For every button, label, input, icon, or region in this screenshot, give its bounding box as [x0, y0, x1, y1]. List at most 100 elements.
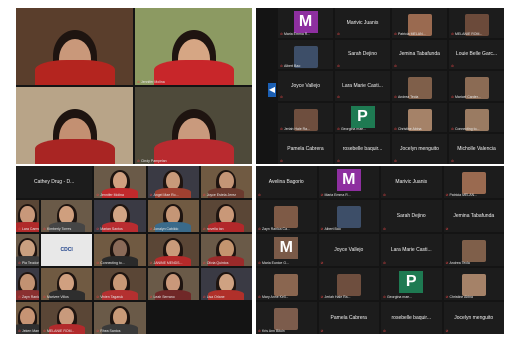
participant-tile[interactable]: Cathey Drug - D...: [16, 166, 93, 198]
participant-tile[interactable]: ⊘Connecting to...: [449, 102, 504, 133]
participant-grid: M ⊘Maria Emma R... Marivic Juanis ⊘ ⊘Patrici…: [278, 8, 504, 164]
participant-name-text: Rhea Santos: [100, 328, 121, 333]
participant-name-text: Georgina mae...: [340, 126, 367, 131]
participant-tile[interactable]: Sarah Dejino ⊘: [381, 200, 442, 232]
participant-tile[interactable]: ⊘Christine Abina: [392, 102, 447, 133]
video-grid: ⊘Jennifer Molina ⊘Cindy Pampelan: [16, 8, 252, 164]
participant-tile[interactable]: ⊘Leah Serrano: [147, 268, 199, 300]
participant-tile[interactable]: ⊘Jennifer Molina: [94, 166, 146, 198]
participant-tile[interactable]: Jocelyn menguito ⊘: [392, 134, 447, 164]
participant-tile[interactable]: ⊘Lisa Orlane: [200, 268, 252, 300]
participant-tile[interactable]: ⊘Joyce Estela Jerez: [200, 166, 252, 198]
participant-tile[interactable]: Lara Marie Casti... ⊘: [335, 71, 390, 101]
participant-tile[interactable]: ⊘Angel Mae Ro...: [147, 166, 199, 198]
participant-tile[interactable]: Louie Belle Garc... ⊘: [449, 39, 504, 70]
participant-tile[interactable]: ⊘MELANIE ROM...: [449, 8, 504, 38]
participant-tile[interactable]: Jocelyn menguito ⊘: [443, 302, 504, 334]
participant-name-text: Jennifer Molina: [140, 79, 165, 84]
participant-tile[interactable]: Sarah Dejino ⊘: [335, 39, 390, 70]
video-tile[interactable]: [16, 8, 133, 85]
muted-mic-icon: ⊘: [394, 63, 397, 68]
participant-tile[interactable]: ⊘Christine Abina: [443, 268, 504, 300]
muted-mic-icon: ⊘: [394, 158, 397, 163]
participant-name: ⊘Kris Ann Bituin: [258, 328, 285, 334]
participant-tile[interactable]: ⊘Pia Teodorico: [16, 234, 40, 266]
participant-tile[interactable]: ⊘Vivien Tagaruk: [94, 268, 146, 300]
muted-mic-icon: ⊘: [149, 260, 153, 265]
participant-name: ⊘JANINE MENDS...: [149, 260, 183, 266]
video-gallery: Cathey Drug - D... ⊘Jennifer Molina ⊘Angel…: [16, 166, 252, 334]
participant-name: ⊘Maria Emma R...: [321, 192, 351, 198]
participant-name-text: Jerlah Hale Ra...: [283, 126, 311, 131]
participant-tile[interactable]: rosebelle baquir... ⊘: [381, 302, 442, 334]
participant-tile[interactable]: ⊘JANINE MENDS...: [147, 234, 199, 266]
participant-tile[interactable]: ⊘Connecting to...: [94, 234, 146, 266]
participant-tile[interactable]: ⊘Jonalyn Cabildo: [147, 200, 199, 232]
participant-tile[interactable]: ⊘Zayn Ranica Ca...: [16, 268, 40, 300]
participant-tile[interactable]: ⊘Lara Carmen C...: [16, 200, 40, 232]
participant-name-text: Maria Emma R...: [324, 192, 351, 197]
video-tile[interactable]: ⊘Cindy Pampelan: [135, 87, 252, 164]
logo-tile[interactable]: CDCI: [41, 234, 93, 266]
participant-tile[interactable]: ⊘Jeken Manalo: [16, 302, 40, 334]
participant-tile[interactable]: ⊘Zayn Ranica Ca...: [256, 200, 317, 232]
participant-tile[interactable]: ⊘Maricel Carder...: [449, 71, 504, 101]
participant-tile[interactable]: ⊘MELANIE ROM...: [41, 302, 93, 334]
participant-tile[interactable]: Marivic Juanis ⊘: [381, 166, 442, 198]
participant-tile[interactable]: ⊘Kris Ann Bituin: [256, 302, 317, 334]
muted-mic-icon: ⊘: [96, 294, 100, 299]
participant-name: Cathey Drug - D...: [33, 179, 75, 185]
participant-tile[interactable]: Jemina Tabafunda ⊘: [392, 39, 447, 70]
participant-tile[interactable]: Joyce Vallejo ⊘: [278, 71, 333, 101]
participant-name: Pamela Cabrera: [287, 146, 324, 153]
participant-name-text: Lisa Orlane: [206, 294, 225, 299]
participant-tile[interactable]: ⊘Marian Santos: [94, 200, 146, 232]
participant-name: Joyce Vallejo: [290, 82, 321, 89]
participant-name-text: Jennifer Molina: [100, 192, 124, 197]
participant-tile[interactable]: ⊘Albert Bao: [278, 39, 333, 70]
previous-page-button[interactable]: ◀: [268, 83, 276, 97]
participant-name: ⊘Jerlah Hale Ra...: [321, 294, 351, 300]
muted-mic-icon: ⊘: [18, 226, 21, 231]
participant-tile[interactable]: rosebelle baquir... ⊘: [335, 134, 390, 164]
participant-tile[interactable]: ⊘Kimberly Torres: [41, 200, 93, 232]
video-tile[interactable]: ⊘Jennifer Molina: [135, 8, 252, 85]
participant-tile[interactable]: Jemina Tabafunda ⊘: [443, 200, 504, 232]
participant-tile[interactable]: ⊘Patricia MELAN...: [443, 166, 504, 198]
participant-tile[interactable]: P ⊘Georgina mae...: [381, 268, 442, 300]
muted-mic-icon: ⊘: [96, 226, 100, 231]
muted-mic-icon: ⊘: [258, 226, 261, 231]
participant-tile[interactable]: ⊘Andrea Tecla: [392, 71, 447, 101]
participant-tile[interactable]: Pamela Cabrera ⊘: [318, 302, 379, 334]
participant-tile[interactable]: M ⊘Maria Emma R...: [318, 166, 379, 198]
participant-tile[interactable]: Marivic Juanis ⊘: [335, 8, 390, 38]
participant-tile[interactable]: Lara Marie Casti... ⊘: [381, 234, 442, 266]
participant-tile[interactable]: Pamela Cabrera ⊘: [278, 134, 333, 164]
participant-tile[interactable]: M ⊘Maria Emma R...: [278, 8, 333, 38]
participant-tile[interactable]: ⊘Olivia Quintos: [200, 234, 252, 266]
participant-name-text: Kris Ann Bituin: [261, 328, 285, 333]
participant-tile[interactable]: M ⊘Maria Eunice G...: [256, 234, 317, 266]
participant-tile[interactable]: ⊘Marivee Villos: [41, 268, 93, 300]
muted-mic-icon: ⊘: [383, 294, 386, 299]
participant-tile[interactable]: ⊘Jerlah Hale Ra...: [318, 268, 379, 300]
participant-tile[interactable]: Micholle Valencia ⊘: [449, 134, 504, 164]
participant-tile[interactable]: ⊘Rhea Santos: [94, 302, 146, 334]
participant-tile[interactable]: ⊘Patricia MELAN...: [392, 8, 447, 38]
participant-tile[interactable]: Joyce Vallejo ⊘: [318, 234, 379, 266]
participant-tile[interactable]: ⊘Andrea Tecla: [443, 234, 504, 266]
participant-name: rosebelle baquir...: [391, 315, 431, 321]
participant-tile[interactable]: ⊘Albert Bao: [318, 200, 379, 232]
participant-tile[interactable]: Avelina Bagorio ⊘: [256, 166, 317, 198]
video-tile[interactable]: [16, 87, 133, 164]
participant-name: ⊘Andrea Tecla: [446, 261, 470, 266]
participant-tile[interactable]: ⊘Mary Anne Kell...: [256, 268, 317, 300]
participant-name-text: Jerlah Hale Ra...: [324, 294, 351, 299]
participant-tile[interactable]: P ⊘Georgina mae...: [335, 102, 390, 133]
muted-mic-icon: ⊘: [280, 95, 283, 100]
participant-tile[interactable]: ⊘novella tan: [200, 200, 252, 232]
participant-name-text: Albert Bao: [324, 226, 341, 231]
muted-mic-icon: ⊘: [258, 328, 261, 333]
muted-mic-icon: ⊘: [280, 63, 283, 68]
participant-tile[interactable]: ⊘Jerlah Hale Ra...: [278, 102, 333, 133]
